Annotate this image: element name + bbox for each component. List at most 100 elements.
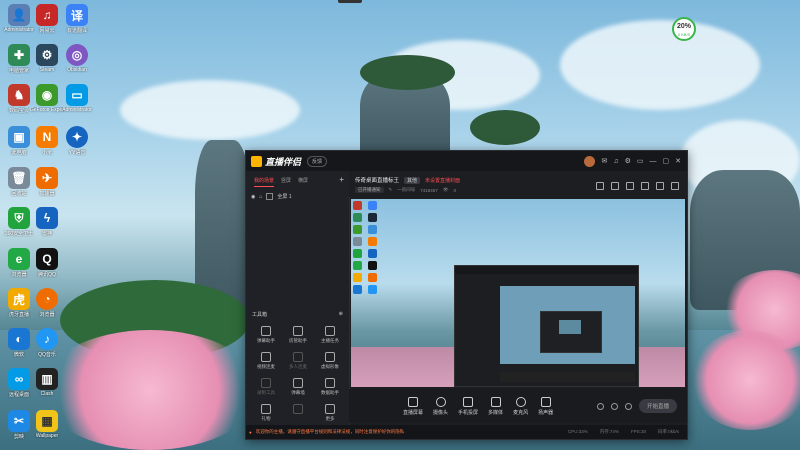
avatar[interactable] <box>584 155 596 167</box>
record-icon <box>261 378 271 388</box>
tab-landscape[interactable]: 横屏 <box>298 177 308 187</box>
gear-icon[interactable] <box>624 402 632 410</box>
edit-icon[interactable]: ✎ <box>389 187 393 193</box>
tool-danmaku[interactable]: 弹幕助手 <box>250 326 282 344</box>
media-button[interactable]: 多媒体 <box>488 396 503 416</box>
desktop-icon-this-pc-2[interactable]: ▭ Administrator <box>60 84 94 113</box>
cover-warning[interactable]: 未设置直播封面 <box>425 177 460 184</box>
tool-video-call[interactable]: 视频连麦 <box>250 352 282 370</box>
desktop-icon-obsidian[interactable]: ◎ Obsidian <box>60 44 94 73</box>
desktop-icon-nvidia[interactable]: ◉ GeForce Experience <box>30 84 64 113</box>
notice-text: 欢迎你的主播，请遵守直播平台规则和法律法规，同时注意保护好你的隐私 <box>255 429 405 434</box>
toolbox-add-icon[interactable]: ⊕ <box>339 311 343 318</box>
desktop-icon-clash[interactable]: ▥ Clash <box>30 368 64 397</box>
desktop-icon-browser[interactable]: ◔ 浏览器 <box>30 288 64 318</box>
lightning-icon: ϟ <box>36 207 58 229</box>
tab-my-scenes[interactable]: 我的场景 <box>254 177 275 187</box>
qq-icon: Q <box>36 248 58 270</box>
desktop-icon-qq[interactable]: Q 腾讯QQ <box>30 248 64 278</box>
tab-portrait[interactable]: 竖屏 <box>281 177 291 187</box>
data-icon <box>325 378 335 388</box>
translate-icon: 译 <box>66 4 88 26</box>
chart-app-icon: ▥ <box>36 368 58 390</box>
scene-item[interactable]: ◉ ⌂ 全屏 1 <box>246 187 349 200</box>
music-icon: ♫ <box>36 4 58 26</box>
phone-cast-button[interactable]: 手机投屏 <box>458 396 478 416</box>
minimize-icon[interactable]: — <box>650 158 657 165</box>
tool-multi-call[interactable]: 多人连麦 <box>282 352 314 370</box>
viewer-count: 0 <box>453 187 457 193</box>
stream-title[interactable]: 传奇桌面直播标王 <box>355 176 399 184</box>
copy-icon[interactable] <box>626 182 634 190</box>
brand-mark-icon <box>251 155 262 167</box>
remote-desktop-icon: ∞ <box>8 368 30 390</box>
viewer-icon: 👁 <box>442 187 449 192</box>
close-icon[interactable]: ✕ <box>675 157 681 165</box>
camera-record-icon[interactable] <box>596 402 604 410</box>
bell-icon[interactable]: ♫ <box>613 158 618 165</box>
obsidian-icon: ◎ <box>66 44 88 66</box>
camera-button[interactable]: 摄像头 <box>433 396 448 416</box>
scene-label: 全屏 1 <box>277 194 292 200</box>
desktop-icon-xiaomi[interactable]: N 小米 <box>30 126 64 156</box>
more-icon <box>325 404 335 414</box>
desktop-icon-steam[interactable]: ⚙ Steam <box>30 44 64 73</box>
add-scene-icon[interactable]: + <box>339 176 344 187</box>
desktop-icon-qq-music[interactable]: ♪ QQ音乐 <box>30 328 64 358</box>
browser-icon: ◔ <box>36 288 58 310</box>
start-live-button[interactable]: 开始直播 <box>638 399 677 413</box>
desktop-icon-translate[interactable]: 译 有道翻译 <box>60 4 94 34</box>
tool-room-manager[interactable]: 房管助手 <box>282 326 314 344</box>
user-manage-icon <box>293 326 303 336</box>
network-speed-badge[interactable]: 20% 0 KB/S <box>672 17 696 41</box>
lock-icon[interactable]: ⌂ <box>259 194 262 200</box>
window-controls: ✉ ♫ ⚙ ▭ — ▢ ✕ <box>584 155 681 167</box>
tool-more[interactable]: 更多 <box>314 404 346 422</box>
notify-tag[interactable]: 已开播通知 <box>355 187 384 193</box>
speaker-icon <box>540 396 551 407</box>
lock-icon[interactable] <box>611 182 619 190</box>
tool-avatar[interactable]: 虚拟形象 <box>314 352 346 370</box>
eye-icon[interactable]: ◉ <box>251 194 255 200</box>
category-tag[interactable]: 其他 <box>404 176 421 184</box>
layout-icon[interactable] <box>596 182 604 190</box>
nvidia-icon: ◉ <box>36 84 58 106</box>
screen-share-button[interactable]: 直播屏幕 <box>403 396 423 416</box>
room-id: 7418457 <box>420 187 438 193</box>
app-titlebar[interactable]: 直播伴侣 反馈 ✉ ♫ ⚙ ▭ — ▢ ✕ <box>246 151 687 171</box>
desktop-icon-music[interactable]: ♫ 网易云 <box>30 4 64 34</box>
desktop-icon-accelerator[interactable]: ✈ 加速器 <box>30 167 64 197</box>
scene-checkbox[interactable] <box>266 193 274 200</box>
steam-icon: ⚙ <box>36 44 58 66</box>
live-controls-bar: 直播屏幕 摄像头 手机投屏 多媒体 麦克风 扬声器 开始直播 <box>349 389 687 423</box>
message-icon[interactable]: ✉ <box>601 157 607 165</box>
desktop-icon-wallpaper[interactable]: ▦ Wallpaper <box>30 410 64 439</box>
speaker-button[interactable]: 扬声器 <box>538 396 553 416</box>
settings-icon[interactable]: ⚙ <box>625 157 631 165</box>
desktop-icon-leishen[interactable]: ϟ 雷神 <box>30 207 64 237</box>
tool-task[interactable]: 主播任务 <box>314 326 346 344</box>
yy-icon: ✦ <box>66 126 88 148</box>
qq-music-icon: ♪ <box>36 328 58 350</box>
share-icon[interactable] <box>671 182 679 190</box>
preview-desktop-icons <box>353 201 379 294</box>
tool-record[interactable]: 录制工具 <box>250 378 282 396</box>
tool-gift[interactable]: 礼物 <box>250 404 282 422</box>
home-icon[interactable] <box>656 182 664 190</box>
microphone-icon <box>515 396 526 407</box>
bell-icon[interactable] <box>641 182 649 190</box>
status-bar: ● 欢迎你的主播，请遵守直播平台规则和法律法规，同时注意保护好你的隐私 CPU:… <box>246 425 687 439</box>
microphone-button[interactable]: 麦克风 <box>513 396 528 416</box>
stream-tool-icons <box>596 182 679 190</box>
tool-data[interactable]: 数据助手 <box>314 378 346 396</box>
scene-sidebar: 我的场景 竖屏 横屏 + ◉ ⌂ 全屏 1 工具箱 ⊕ 弹幕助手 房管助手 主播… <box>246 171 350 425</box>
feedback-button[interactable]: 反馈 <box>307 155 328 167</box>
desktop-icon-yy[interactable]: ✦ YY语音 <box>60 126 94 156</box>
skin-icon[interactable]: ▭ <box>637 157 644 165</box>
stream-preview[interactable] <box>351 199 685 387</box>
tool-danmaku-wall[interactable]: 弹幕墙 <box>282 378 314 396</box>
danmaku-icon <box>261 326 271 336</box>
settings-icon[interactable] <box>610 402 618 410</box>
maximize-icon[interactable]: ▢ <box>663 157 670 165</box>
multi-call-icon <box>293 352 303 362</box>
